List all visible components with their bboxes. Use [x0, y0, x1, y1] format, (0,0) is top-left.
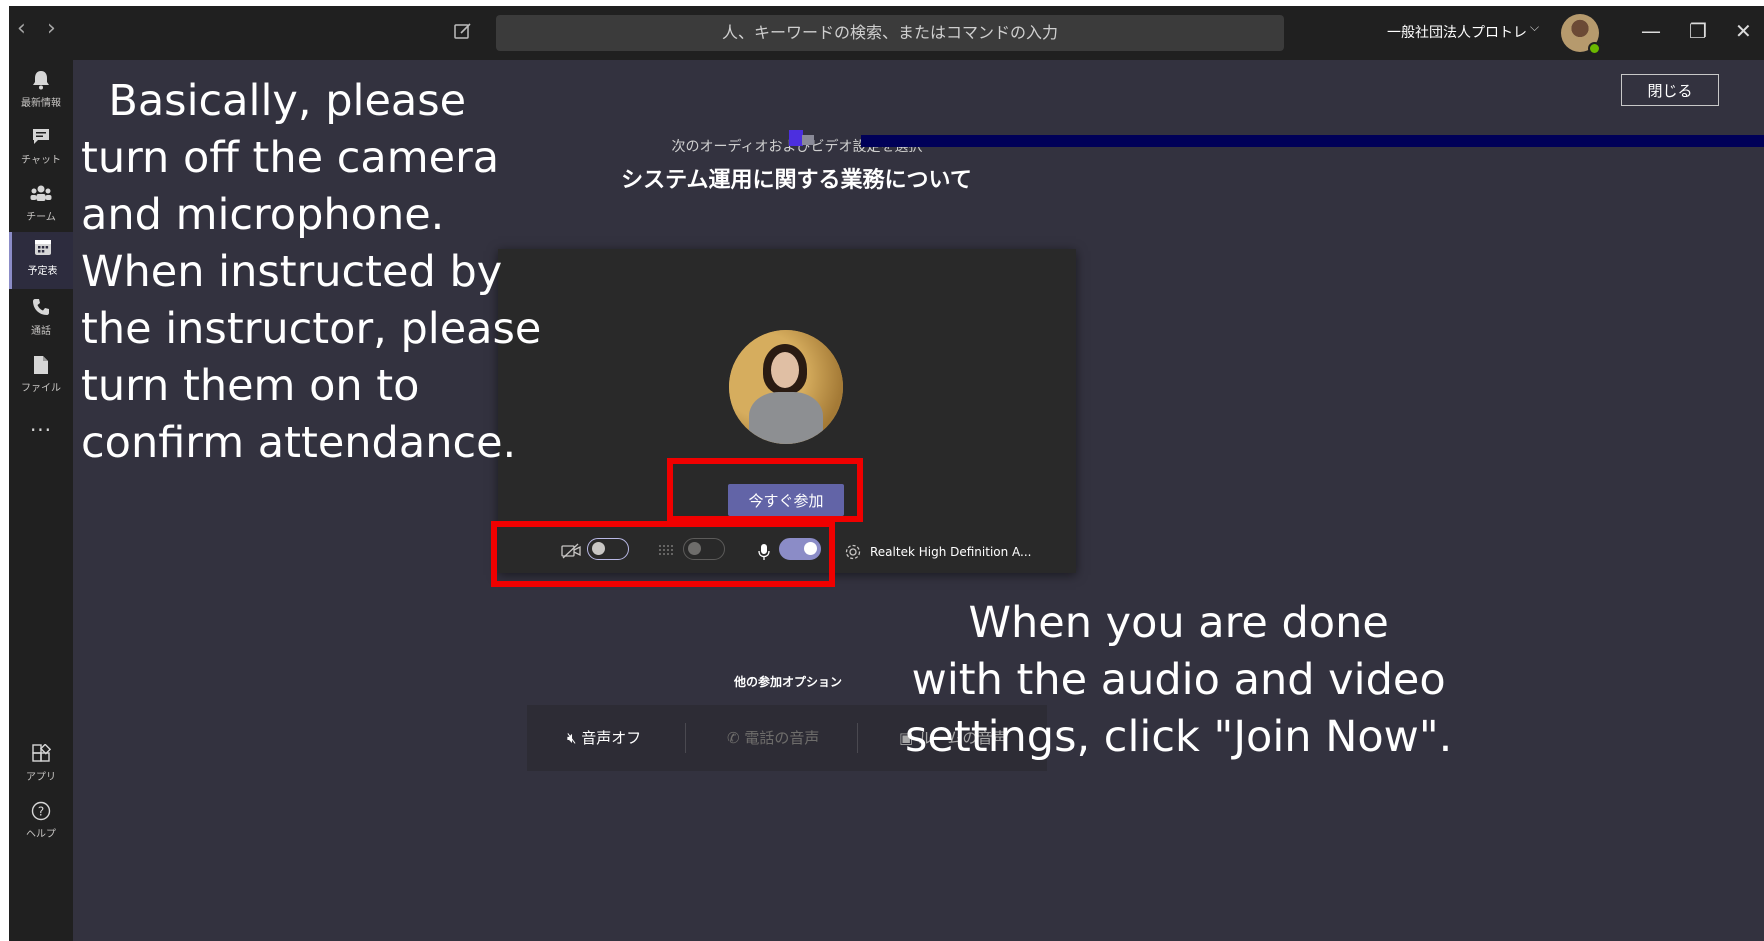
rail-label: 最新情報 — [21, 98, 61, 109]
rail-item-calls[interactable]: 通話 — [9, 292, 73, 349]
audio-off-option[interactable]: 🔇︎ 音声オフ — [567, 727, 641, 748]
file-icon — [30, 355, 52, 377]
chat-icon — [30, 127, 52, 149]
rail-label: チーム — [26, 212, 56, 223]
presence-available-icon — [1588, 42, 1601, 55]
gear-icon[interactable] — [844, 543, 862, 565]
forward-arrow-icon[interactable]: › — [47, 16, 56, 42]
highlight-controls-box — [491, 521, 835, 587]
svg-text:?: ? — [38, 805, 44, 819]
render-artifact — [861, 135, 1764, 147]
rail-label: 予定表 — [27, 266, 58, 277]
rail-label: ファイル — [21, 383, 61, 394]
apps-icon — [30, 743, 52, 766]
render-artifact — [802, 135, 814, 145]
teams-window: ‹ › 人、キーワードの検索、またはコマンドの入力 一般社団法人プロトレ ⌵ —… — [9, 6, 1764, 941]
bell-icon — [30, 70, 52, 92]
rail-item-calendar[interactable]: 予定表 — [9, 232, 73, 289]
render-artifact — [789, 130, 803, 146]
search-input[interactable]: 人、キーワードの検索、またはコマンドの入力 — [496, 15, 1284, 51]
rail-label: アプリ — [26, 772, 56, 783]
meeting-title: システム運用に関する業務について — [621, 168, 972, 193]
rail-item-chat[interactable]: チャット — [9, 121, 73, 178]
avatar — [729, 330, 843, 444]
instruction-annotation-right: When you are done with the audio and vid… — [905, 598, 1453, 762]
phone-audio-option[interactable]: ✆ 電話の音声 — [727, 727, 819, 748]
other-options-title: 他の参加オプション — [733, 675, 842, 689]
phone-audio-label: 電話の音声 — [744, 729, 820, 747]
audio-off-label: 音声オフ — [581, 729, 642, 747]
audio-device-name[interactable]: Realtek High Definition A... — [870, 545, 1031, 559]
maximize-icon[interactable]: ❐ — [1689, 18, 1707, 44]
more-apps-icon[interactable]: ··· — [9, 418, 73, 442]
back-arrow-icon[interactable]: ‹ — [17, 16, 26, 42]
help-icon: ? — [30, 801, 52, 823]
chevron-down-icon[interactable]: ⌵ — [1530, 20, 1539, 35]
rail-item-teams[interactable]: チーム — [9, 178, 73, 235]
divider — [857, 723, 858, 753]
compose-icon[interactable] — [452, 20, 476, 44]
rail-item-apps[interactable]: アプリ — [9, 738, 73, 795]
highlight-join-box — [667, 458, 863, 522]
divider — [685, 723, 686, 753]
rail-item-activity[interactable]: 最新情報 — [9, 64, 73, 121]
rail-label: ヘルプ — [26, 829, 56, 840]
title-bar: ‹ › 人、キーワードの検索、またはコマンドの入力 一般社団法人プロトレ ⌵ —… — [9, 6, 1764, 60]
phone-icon: ✆ — [727, 729, 745, 747]
close-icon[interactable]: ✕ — [1735, 18, 1752, 44]
close-button[interactable]: 閉じる — [1621, 74, 1719, 106]
rail-label: チャット — [21, 155, 61, 166]
rail-label: 通話 — [31, 326, 51, 337]
org-switcher[interactable]: 一般社団法人プロトレ — [1387, 22, 1527, 42]
calendar-icon — [32, 238, 54, 260]
instruction-annotation-left: Basically, please turn off the camera an… — [81, 76, 542, 468]
speaker-off-icon: 🔇︎ — [567, 729, 582, 747]
app-bar: 最新情報 チャット チーム 予定表 通話 ファイル ··· アプリ ? ヘルプ — [9, 60, 73, 941]
minimize-icon[interactable]: — — [1641, 18, 1661, 44]
rail-item-files[interactable]: ファイル — [9, 349, 73, 406]
phone-icon — [30, 298, 52, 320]
rail-item-help[interactable]: ? ヘルプ — [9, 795, 73, 852]
teams-icon — [30, 184, 52, 206]
